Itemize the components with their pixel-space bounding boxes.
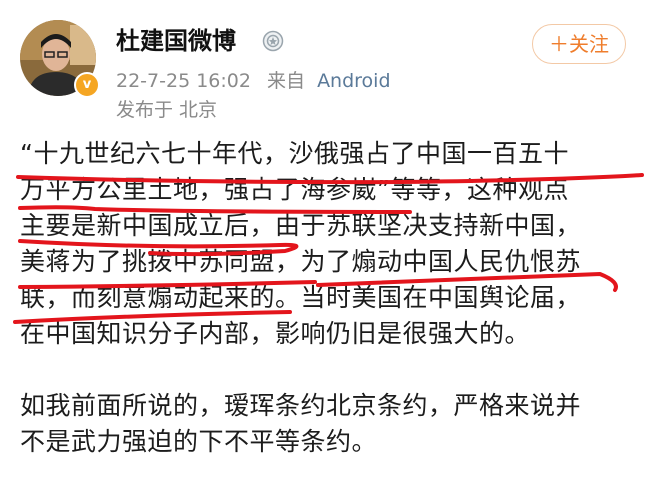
post-location: 发布于 北京 <box>116 99 218 121</box>
content-line: 美蒋为了挑拨中苏同盟，为了煽动中国人民仇恨苏 <box>20 247 582 276</box>
author-name[interactable]: 杜建国微博 <box>116 25 236 57</box>
post-content: “十九世纪六七十年代，沙俄强占了中国一百五十 万平方公里土地，强占了海参崴”等等… <box>20 136 632 460</box>
source-app-link[interactable]: Android <box>317 70 390 92</box>
post-meta: 22-7-25 16:02 来自 Android <box>116 68 391 94</box>
content-line: “十九世纪六七十年代，沙俄强占了中国一百五十 <box>20 139 569 168</box>
follow-button[interactable]: ＋关注 <box>532 24 626 64</box>
content-line: 不是武力强迫的下不平等条约。 <box>20 427 378 456</box>
content-line: 主要是新中国成立后，由于苏联坚决支持新中国， <box>20 211 582 240</box>
content-line: 在中国知识分子内部，影响仍旧是很强大的。 <box>20 319 531 348</box>
post-time: 22-7-25 16:02 <box>116 70 251 92</box>
content-line: 如我前面所说的，瑷珲条约北京条约，严格来说并 <box>20 391 582 420</box>
verified-badge-icon: v <box>74 72 100 98</box>
content-line: 联，而刻意煽动起来的。当时美国在中国舆论届， <box>20 283 582 312</box>
source-prefix: 来自 <box>267 70 306 92</box>
medal-icon[interactable] <box>262 30 284 52</box>
content-line: 万平方公里土地，强占了海参崴”等等，这种观点 <box>20 175 569 204</box>
